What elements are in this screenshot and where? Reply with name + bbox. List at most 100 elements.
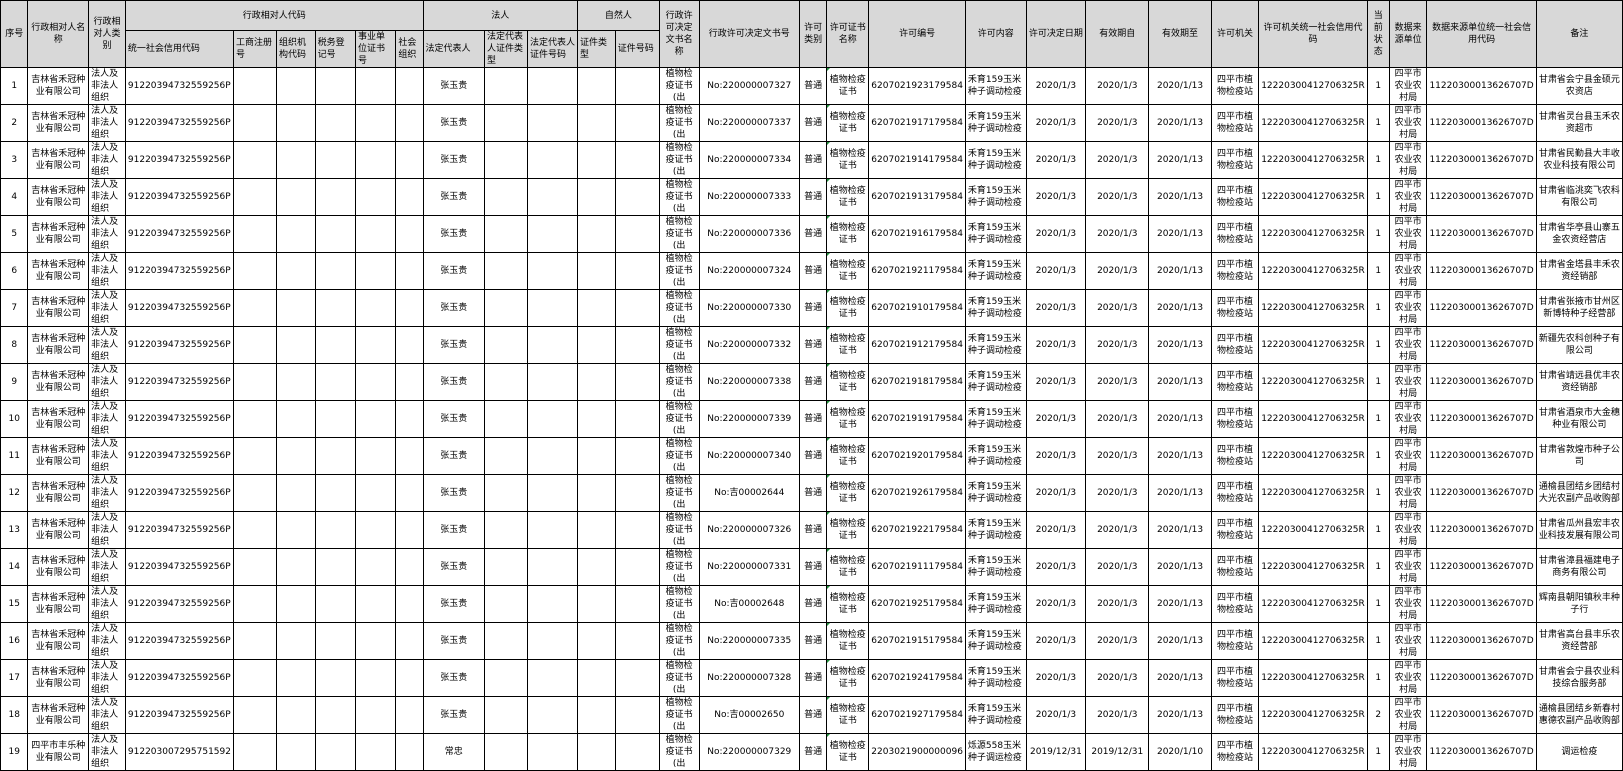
cell-legal-rep: 张玉贵 [422,252,486,290]
cell-org-uscc: 12220300412706325R [1258,178,1368,216]
cell-ptype: 普通 [798,104,828,142]
cell-empty [484,474,528,512]
cell-doc-no: No:吉00002644 [698,474,800,512]
cell-doc-name: 植物检疫证书(出 [658,622,700,660]
cell-empty [395,67,424,105]
cell-empty [526,400,579,438]
cell-ptype: 普通 [798,289,828,327]
cell-doc-no: No:220000007337 [698,104,800,142]
cell-doc-no: No:220000007335 [698,622,800,660]
cell-remark: 新疆先农科创种子有限公司 [1535,326,1623,364]
cell-uscc: 91220394732559256P [124,67,234,105]
cell-empty [395,511,424,549]
cell-date: 2020/1/3 [1025,326,1087,364]
cell-content: 禾育159玉米种子调动检疫 [964,659,1027,697]
cell-remark: 甘肃省会宁县农业科技综合服务部 [1535,659,1623,697]
cell-name: 吉林省禾冠种业有限公司 [27,67,90,105]
cell-cert-name: 植物检疫证书 [826,585,870,623]
cell-empty [395,474,424,512]
table-row: 4 吉林省禾冠种业有限公司 法人及非法人组织 91220394732559256P 张玉… [0,178,1623,216]
cell-empty [232,141,277,179]
cell-org: 四平市植物检疫站 [1210,363,1260,401]
cell-name: 吉林省禾冠种业有限公司 [27,696,90,734]
cell-empty [484,215,528,253]
cell-empty [275,178,316,216]
cell-status: 1 [1366,104,1390,142]
cell-category: 法人及非法人组织 [88,474,126,512]
cell-empty [354,733,397,771]
cell-empty [395,289,424,327]
cell-empty [314,67,356,105]
header-source-uscc: 数据来源单位统一社会信用代码 [1426,0,1537,68]
cell-cert-name: 植物检疫证书 [826,400,870,438]
cell-empty [395,548,424,586]
cell-empty [614,141,660,179]
cell-doc-name: 植物检疫证书(出 [658,326,700,364]
cell-cert-name: 植物检疫证书 [826,659,870,697]
cell-org-uscc: 12220300412706325R [1258,326,1368,364]
cell-empty [614,326,660,364]
cell-category: 法人及非法人组织 [88,733,126,771]
cell-empty [232,104,277,142]
header-category: 行政相对人类别 [88,0,126,68]
header-legal-rep: 法定代表人 [422,30,486,68]
header-permit-no: 许可编号 [868,0,966,68]
cell-doc-name: 植物检疫证书(出 [658,252,700,290]
cell-remark: 甘肃省临洮奕飞农科有限公司 [1535,178,1623,216]
cell-doc-name: 植物检疫证书(出 [658,696,700,734]
cell-legal-rep: 张玉贵 [422,474,486,512]
cell-permit-no: 6207021927179584 [868,696,966,734]
cell-empty [614,289,660,327]
cell-org: 四平市植物检疫站 [1210,326,1260,364]
cell-empty [314,659,356,697]
cell-org-uscc: 12220300412706325R [1258,585,1368,623]
cell-org-uscc: 12220300412706325R [1258,659,1368,697]
cell-remark: 甘肃省会宁县金硕元农资店 [1535,67,1623,105]
cell-content: 禾育159玉米种子调动检疫 [964,363,1027,401]
cell-date: 2019/12/31 [1025,733,1087,771]
table-row: 14 吉林省禾冠种业有限公司 法人及非法人组织 91220394732559256P 张… [0,548,1623,586]
cell-empty [314,141,356,179]
cell-empty [614,104,660,142]
cell-content: 禾育159玉米种子调动检疫 [964,696,1027,734]
cell-empty [354,289,397,327]
cell-name: 吉林省禾冠种业有限公司 [27,363,90,401]
cell-empty [354,585,397,623]
cell-org: 四平市植物检疫站 [1210,215,1260,253]
cell-status: 1 [1366,437,1390,475]
cell-permit-no: 6207021913179584 [868,178,966,216]
cell-cert-name: 植物检疫证书 [826,252,870,290]
cell-cert-name: 植物检疫证书 [826,474,870,512]
cell-legal-rep: 张玉贵 [422,363,486,401]
cell-to: 2020/1/13 [1148,326,1212,364]
cell-name: 吉林省禾冠种业有限公司 [27,289,90,327]
table-row: 10 吉林省禾冠种业有限公司 法人及非法人组织 91220394732559256P 张… [0,400,1623,438]
cell-org-uscc: 12220300412706325R [1258,67,1368,105]
cell-to: 2020/1/13 [1148,289,1212,327]
cell-uscc: 91220394732559256P [124,104,234,142]
cell-empty [354,437,397,475]
cell-empty [577,252,616,290]
cell-doc-no: No:吉00002648 [698,585,800,623]
table-row: 16 吉林省禾冠种业有限公司 法人及非法人组织 91220394732559256P 张… [0,622,1623,660]
cell-empty [275,400,316,438]
cell-to: 2020/1/13 [1148,178,1212,216]
cell-remark: 通榆县团结乡团结村大光农副产品收购部 [1535,474,1623,512]
cell-empty [232,696,277,734]
cell-src-uscc: 11220300013626707D [1426,178,1537,216]
cell-src-uscc: 11220300013626707D [1426,67,1537,105]
cell-empty [526,437,579,475]
cell-seq: 16 [0,622,29,660]
cell-empty [395,696,424,734]
cell-empty [232,548,277,586]
cell-src-uscc: 11220300013626707D [1426,215,1537,253]
cell-org: 四平市植物检疫站 [1210,511,1260,549]
cell-date: 2020/1/3 [1025,104,1087,142]
cell-doc-name: 植物检疫证书(出 [658,474,700,512]
cell-doc-no: No:吉00002650 [698,696,800,734]
cell-remark: 甘肃省瓜州县宏丰农业科技发展有限公司 [1535,511,1623,549]
cell-empty [526,696,579,734]
cell-date: 2020/1/3 [1025,215,1087,253]
cell-empty [484,252,528,290]
cell-status: 1 [1366,548,1390,586]
